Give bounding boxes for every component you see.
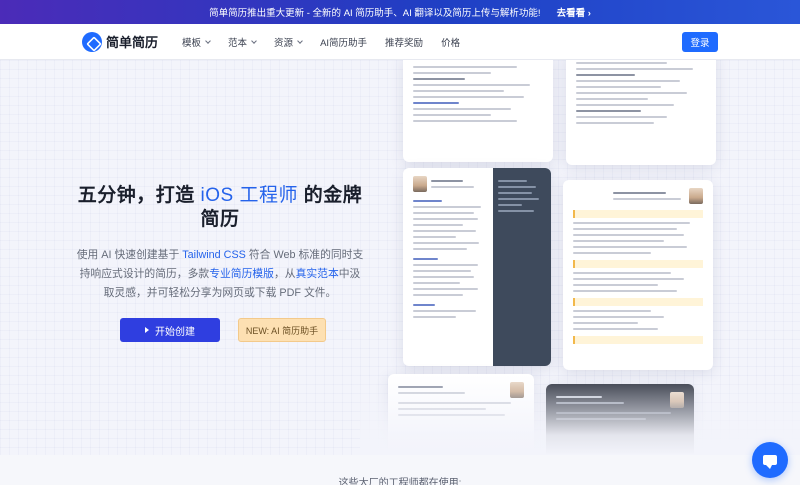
- nav-item-label: 推荐奖励: [385, 37, 424, 49]
- hero-title: 五分钟，打造 iOS 工程师 的金牌简历: [70, 184, 370, 232]
- resume-section-bar: [573, 210, 703, 218]
- nav-item-templates[interactable]: 模板: [182, 35, 211, 49]
- nav-item-label: AI简历助手: [320, 37, 368, 49]
- announcement-link[interactable]: 去看看 ›: [557, 5, 591, 19]
- nav-item-referral[interactable]: 推荐奖励: [385, 35, 423, 49]
- resume-preview-card[interactable]: [403, 168, 551, 366]
- chat-bubble-icon: [763, 455, 777, 469]
- nav-item-resources[interactable]: 资源: [274, 35, 303, 49]
- logo-text: 简单简历: [106, 35, 159, 50]
- resume-section-bar: [573, 336, 703, 344]
- navbar: 简单简历 模板 范本 资源 AI简历助手 推荐奖励 价格 登录: [0, 24, 800, 60]
- hero-content: 五分钟，打造 iOS 工程师 的金牌简历 使用 AI 快速创建基于 Tailwi…: [70, 184, 370, 342]
- login-button[interactable]: 登录: [682, 32, 718, 52]
- tailwind-link[interactable]: Tailwind CSS: [182, 249, 246, 261]
- play-icon: [145, 327, 149, 333]
- resume-sidebar: [493, 168, 551, 366]
- nav-item-pricing[interactable]: 价格: [441, 35, 460, 49]
- nav-item-samples[interactable]: 范本: [228, 35, 257, 49]
- hero-actions: 开始创建 NEW: AI 简历助手: [76, 318, 370, 342]
- ai-assistant-button[interactable]: NEW: AI 简历助手: [238, 318, 326, 342]
- nav-item-label: 模板: [182, 37, 202, 49]
- hero-title-accent: iOS 工程师: [200, 185, 298, 206]
- start-create-button[interactable]: 开始创建: [120, 318, 220, 342]
- logo-icon: [82, 31, 102, 52]
- chevron-down-icon: [251, 37, 257, 44]
- chevron-down-icon: [297, 37, 303, 44]
- chevron-down-icon: [205, 37, 211, 44]
- templates-link[interactable]: 专业简历模版: [209, 268, 274, 280]
- announcement-bar: 简单简历推出重大更新 - 全新的 AI 简历助手、AI 翻译以及简历上传与解析功…: [0, 0, 800, 24]
- start-create-label: 开始创建: [155, 326, 195, 338]
- desc-text: 使用 AI 快速创建基于: [76, 249, 180, 261]
- resume-preview-card[interactable]: [403, 60, 553, 162]
- nav-item-label: 范本: [228, 37, 248, 49]
- hero-title-pre: 五分钟，打造: [77, 185, 195, 206]
- desc-text: ，从: [273, 268, 296, 280]
- avatar: [413, 176, 427, 192]
- chat-widget-button[interactable]: [752, 442, 788, 478]
- nav-item-label: 价格: [441, 37, 461, 49]
- hero-section: 五分钟，打造 iOS 工程师 的金牌简历 使用 AI 快速创建基于 Tailwi…: [0, 60, 800, 455]
- resume-preview-card[interactable]: [563, 180, 713, 370]
- nav-item-ai-assistant[interactable]: AI简历助手: [320, 35, 367, 49]
- main-menu: 模板 范本 资源 AI简历助手 推荐奖励 价格: [182, 35, 460, 49]
- resume-preview-card[interactable]: [566, 60, 716, 165]
- resume-section-bar: [573, 260, 703, 268]
- preview-fade-overlay: [360, 375, 800, 455]
- avatar: [689, 188, 703, 204]
- announcement-text: 简单简历推出重大更新 - 全新的 AI 简历助手、AI 翻译以及简历上传与解析功…: [209, 8, 541, 19]
- nav-item-label: 资源: [274, 37, 294, 49]
- logo[interactable]: 简单简历: [82, 31, 159, 52]
- resume-section-bar: [573, 298, 703, 306]
- hero-description: 使用 AI 快速创建基于 Tailwind CSS 符合 Web 标准的同时支持…: [70, 246, 370, 303]
- users-caption: 这些大厂的工程师都在使用:: [338, 478, 462, 485]
- samples-link[interactable]: 真实范本: [296, 268, 339, 280]
